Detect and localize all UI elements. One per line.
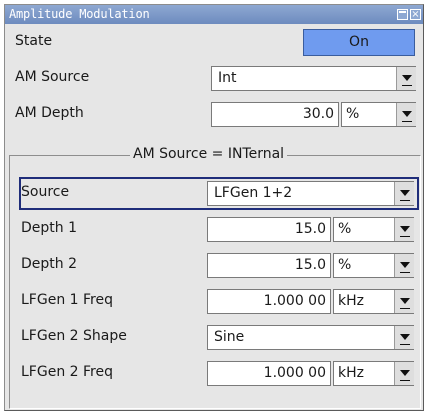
lfgen2-freq-unit: kHz: [338, 365, 364, 381]
depth2-unit: %: [338, 257, 352, 273]
state-toggle-button[interactable]: On: [303, 29, 415, 56]
close-icon[interactable]: ×: [410, 9, 421, 20]
chevron-down-icon[interactable]: [396, 67, 416, 90]
chevron-down-icon[interactable]: [394, 290, 414, 313]
am-source-row: AM Source Int: [5, 61, 423, 97]
source-value: LFGen 1+2: [214, 185, 293, 201]
chevron-down-icon[interactable]: [394, 362, 414, 385]
am-depth-input[interactable]: 30.0: [211, 102, 339, 127]
depth1-unit-select[interactable]: %: [333, 217, 414, 242]
state-label: State: [15, 33, 53, 49]
chevron-down-icon[interactable]: [394, 218, 414, 241]
chevron-down-icon[interactable]: [394, 182, 414, 205]
depth2-input[interactable]: 15.0: [207, 253, 331, 278]
lfgen1-freq-unit: kHz: [338, 293, 364, 309]
state-row: State On: [5, 25, 423, 61]
depth1-row: Depth 1 15.0 %: [5, 212, 423, 248]
am-source-label: AM Source: [15, 69, 90, 85]
lfgen2-shape-row: LFGen 2 Shape Sine: [5, 320, 423, 356]
lfgen2-freq-unit-select[interactable]: kHz: [333, 361, 414, 386]
depth2-label: Depth 2: [21, 256, 77, 272]
chevron-down-icon[interactable]: [394, 326, 414, 349]
source-row: Source LFGen 1+2: [5, 176, 423, 212]
source-select[interactable]: LFGen 1+2: [207, 181, 414, 206]
am-source-select[interactable]: Int: [211, 66, 416, 91]
lfgen1-freq-label: LFGen 1 Freq: [21, 292, 113, 308]
lfgen1-freq-row: LFGen 1 Freq 1.000 00 kHz: [5, 284, 423, 320]
lfgen2-freq-row: LFGen 2 Freq 1.000 00 kHz: [5, 356, 423, 392]
lfgen1-freq-input[interactable]: 1.000 00: [207, 289, 331, 314]
title-bar[interactable]: Amplitude Modulation ×: [5, 5, 423, 24]
depth1-input[interactable]: 15.0: [207, 217, 331, 242]
chevron-down-icon[interactable]: [394, 254, 414, 277]
am-depth-label: AM Depth: [15, 105, 84, 121]
am-depth-row: AM Depth 30.0 %: [5, 97, 423, 133]
source-label: Source: [21, 184, 70, 200]
am-source-value: Int: [218, 70, 237, 86]
lfgen2-freq-input[interactable]: 1.000 00: [207, 361, 331, 386]
lfgen2-shape-label: LFGen 2 Shape: [21, 328, 127, 344]
am-depth-unit-select[interactable]: %: [341, 102, 416, 127]
depth2-row: Depth 2 15.0 %: [5, 248, 423, 284]
depth1-label: Depth 1: [21, 220, 77, 236]
depth2-unit-select[interactable]: %: [333, 253, 414, 278]
chevron-down-icon[interactable]: [396, 103, 416, 126]
amplitude-modulation-window: Amplitude Modulation × State On AM Sourc…: [4, 4, 424, 411]
lfgen2-freq-label: LFGen 2 Freq: [21, 364, 113, 380]
am-depth-unit: %: [346, 106, 360, 122]
window-title: Amplitude Modulation: [9, 7, 150, 21]
lfgen2-shape-select[interactable]: Sine: [207, 325, 414, 350]
group-title: AM Source = INTernal: [130, 146, 288, 162]
lfgen2-shape-value: Sine: [214, 329, 245, 345]
lfgen1-freq-unit-select[interactable]: kHz: [333, 289, 414, 314]
depth1-unit: %: [338, 221, 352, 237]
maximize-icon[interactable]: [397, 9, 408, 20]
